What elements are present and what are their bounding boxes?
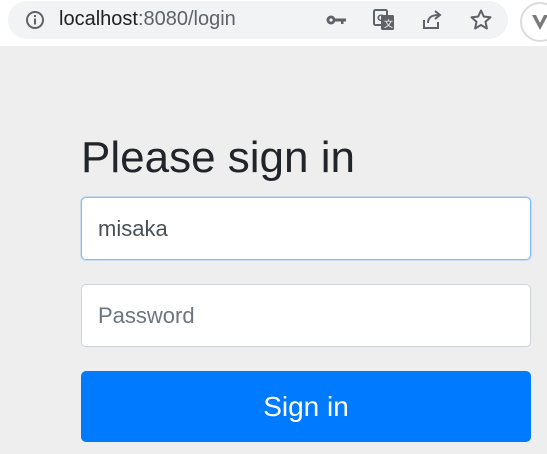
sign-in-button[interactable]: Sign in (81, 371, 531, 442)
svg-text:文: 文 (384, 18, 393, 30)
username-input[interactable] (81, 197, 531, 260)
password-input[interactable] (81, 284, 531, 347)
page-content: Please sign in Sign in (0, 46, 547, 454)
translate-icon[interactable]: G 文 (372, 8, 396, 32)
key-icon[interactable] (324, 8, 348, 32)
address-url[interactable]: localhost:8080/login (59, 8, 236, 31)
url-path: :8080/login (137, 8, 236, 30)
address-bar[interactable]: localhost:8080/login G 文 (8, 1, 508, 39)
star-icon[interactable] (469, 8, 493, 32)
extension-icon[interactable] (520, 2, 547, 42)
share-icon[interactable] (420, 8, 444, 32)
browser-toolbar: localhost:8080/login G 文 (0, 0, 547, 46)
info-icon[interactable] (25, 10, 45, 30)
url-host: localhost (59, 8, 138, 30)
page-title: Please sign in (81, 133, 355, 182)
